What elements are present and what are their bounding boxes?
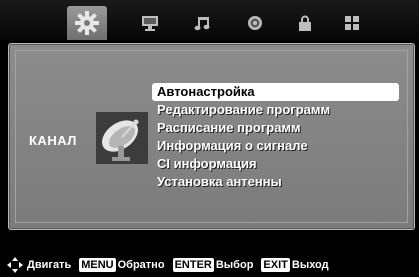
enter-hint: ENTER Выбор (172, 257, 262, 272)
menu-item-schedule[interactable]: Расписание программ (152, 119, 399, 137)
grid-icon (345, 16, 359, 30)
section-title: КАНАЛ (29, 133, 77, 148)
monitor-icon (142, 16, 158, 31)
menu-key: MENU (79, 257, 116, 272)
tab-app[interactable] (332, 6, 372, 40)
lock-icon (299, 15, 311, 31)
menu-hint: MENU Обратно (79, 257, 172, 272)
satellite-dish-icon (96, 112, 148, 164)
footer-hints: Двигать MENU Обратно ENTER Выбор EXIT Вы… (0, 252, 419, 277)
exit-hint: EXIT Выход (261, 257, 329, 272)
clock-icon (248, 16, 262, 30)
tv-menu-screen: КАНАЛ Автонастройка Редактирование прогр… (0, 0, 419, 277)
music-note-icon (194, 17, 210, 31)
menu-item-ci-info[interactable]: CI информация (152, 155, 399, 173)
tab-lock[interactable] (285, 6, 325, 40)
tab-bar (0, 0, 419, 41)
dpad-arrows-icon (7, 256, 23, 273)
menu-label: Обратно (117, 258, 165, 271)
exit-key: EXIT (261, 257, 290, 272)
exit-label: Выход (291, 258, 329, 271)
menu-item-antenna-setup[interactable]: Установка антенны (152, 173, 399, 191)
move-hint: Двигать (5, 256, 79, 273)
move-label: Двигать (27, 258, 72, 271)
menu-item-edit-programs[interactable]: Редактирование программ (152, 101, 399, 119)
menu-item-autotune[interactable]: Автонастройка (152, 83, 399, 101)
tab-time[interactable] (235, 6, 275, 40)
enter-key: ENTER (172, 257, 214, 272)
menu-item-signal-info[interactable]: Информация о сигнале (152, 137, 399, 155)
enter-label: Выбор (215, 258, 254, 271)
tab-picture[interactable] (130, 6, 170, 40)
gear-icon (75, 11, 99, 35)
tab-sound[interactable] (183, 6, 223, 40)
tab-settings[interactable] (67, 6, 107, 40)
channel-menu: Автонастройка Редактирование программ Ра… (152, 83, 399, 191)
